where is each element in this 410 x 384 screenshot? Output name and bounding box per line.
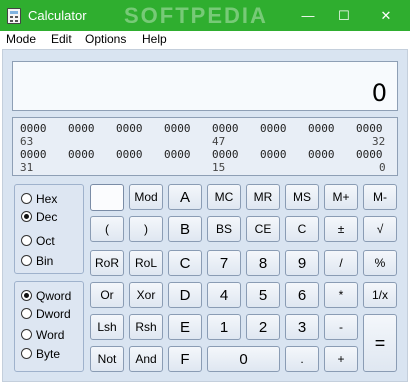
hex-f-button[interactable]: F <box>168 346 202 372</box>
digit-2-button[interactable]: 2 <box>246 314 280 340</box>
window-title: Calculator <box>28 8 87 23</box>
memory-subtract-button[interactable]: M- <box>363 184 397 210</box>
bit-position-label: 31 <box>20 161 34 174</box>
digit-7-button[interactable]: 7 <box>207 250 241 276</box>
digit-6-button[interactable]: 6 <box>285 282 319 308</box>
menu-help[interactable]: Help <box>142 32 167 46</box>
menu-mode[interactable]: Mode <box>6 32 36 46</box>
word-size-group: Qword Dword Word Byte <box>14 281 84 372</box>
clear-button[interactable]: C <box>285 216 319 242</box>
digit-8-button[interactable]: 8 <box>246 250 280 276</box>
result-display: 0 <box>12 61 398 111</box>
divide-button[interactable]: / <box>324 250 358 276</box>
or-button[interactable]: Or <box>90 282 124 308</box>
rotate-left-button[interactable]: RoL <box>129 250 163 276</box>
bit-group: 0000 <box>68 122 95 135</box>
hex-e-button[interactable]: E <box>168 314 202 340</box>
multiply-button[interactable]: * <box>324 282 358 308</box>
memory-add-button[interactable]: M+ <box>324 184 358 210</box>
mod-button[interactable]: Mod <box>129 184 163 210</box>
square-root-button[interactable]: √ <box>363 216 397 242</box>
close-button[interactable]: ✕ <box>366 0 406 31</box>
bit-group: 0000 <box>356 148 383 161</box>
hex-d-button[interactable]: D <box>168 282 202 308</box>
radio-selected-icon <box>21 290 32 301</box>
bit-group: 0000 <box>212 148 239 161</box>
digit-5-button[interactable]: 5 <box>246 282 280 308</box>
decimal-point-button[interactable]: . <box>285 346 319 372</box>
equals-button[interactable]: = <box>363 314 397 372</box>
open-paren-button[interactable]: ( <box>90 216 124 242</box>
not-button[interactable]: Not <box>90 346 124 372</box>
binary-panel: 0000 0000 0000 0000 0000 0000 0000 0000 … <box>12 117 398 176</box>
right-shift-button[interactable]: Rsh <box>129 314 163 340</box>
bit-position-label: 47 <box>212 135 226 148</box>
bit-group: 0000 <box>260 148 287 161</box>
hex-c-button[interactable]: C <box>168 250 202 276</box>
radio-button-icon <box>21 193 32 204</box>
digit-4-button[interactable]: 4 <box>207 282 241 308</box>
bit-position-label: 0 <box>379 161 386 174</box>
bit-group: 0000 <box>20 148 47 161</box>
bit-group: 0000 <box>260 122 287 135</box>
radio-button-icon <box>21 329 32 340</box>
left-shift-button[interactable]: Lsh <box>90 314 124 340</box>
memory-recall-button[interactable]: MR <box>246 184 280 210</box>
radio-selected-icon <box>21 211 32 222</box>
bit-group: 0000 <box>212 122 239 135</box>
calculator-app-icon <box>7 8 21 24</box>
softpedia-watermark: SOFTPEDIA <box>124 3 268 28</box>
bit-group: 0000 <box>116 122 143 135</box>
hex-b-button[interactable]: B <box>168 216 202 242</box>
xor-button[interactable]: Xor <box>129 282 163 308</box>
bit-group: 0000 <box>20 122 47 135</box>
reciprocal-button[interactable]: 1/x <box>363 282 397 308</box>
bit-group: 0000 <box>164 148 191 161</box>
bit-group: 0000 <box>308 122 335 135</box>
add-button[interactable]: + <box>324 346 358 372</box>
maximize-button[interactable]: ☐ <box>324 0 364 31</box>
bit-group: 0000 <box>308 148 335 161</box>
radio-button-icon <box>21 348 32 359</box>
digit-9-button[interactable]: 9 <box>285 250 319 276</box>
digit-1-button[interactable]: 1 <box>207 314 241 340</box>
number-system-group: Hex Dec Oct Bin <box>14 184 84 274</box>
backspace-button[interactable]: BS <box>207 216 241 242</box>
subtract-button[interactable]: - <box>324 314 358 340</box>
negate-button[interactable]: ± <box>324 216 358 242</box>
memory-clear-button[interactable]: MC <box>207 184 241 210</box>
bit-group: 0000 <box>164 122 191 135</box>
memory-store-button[interactable]: MS <box>285 184 319 210</box>
digit-3-button[interactable]: 3 <box>285 314 319 340</box>
and-button[interactable]: And <box>129 346 163 372</box>
bit-position-label: 32 <box>372 135 386 148</box>
blank-key[interactable] <box>90 184 124 211</box>
close-paren-button[interactable]: ) <box>129 216 163 242</box>
menu-edit[interactable]: Edit <box>51 32 72 46</box>
menu-bar: Mode Edit Options Help <box>0 31 410 49</box>
bit-position-label: 63 <box>20 135 34 148</box>
bit-group: 0000 <box>116 148 143 161</box>
bit-position-label: 15 <box>212 161 226 174</box>
rotate-right-button[interactable]: RoR <box>90 250 124 276</box>
clear-entry-button[interactable]: CE <box>246 216 280 242</box>
radio-button-icon <box>21 308 32 319</box>
title-bar: Calculator SOFTPEDIA — ☐ ✕ <box>0 0 410 31</box>
digit-0-button[interactable]: 0 <box>207 346 280 372</box>
percent-button[interactable]: % <box>363 250 397 276</box>
radio-button-icon <box>21 255 32 266</box>
display-value: 0 <box>371 79 387 107</box>
radio-button-icon <box>21 235 32 246</box>
menu-options[interactable]: Options <box>85 32 126 46</box>
hex-a-button[interactable]: A <box>168 184 202 210</box>
bit-group: 0000 <box>356 122 383 135</box>
bit-group: 0000 <box>68 148 95 161</box>
minimize-button[interactable]: — <box>288 0 328 31</box>
